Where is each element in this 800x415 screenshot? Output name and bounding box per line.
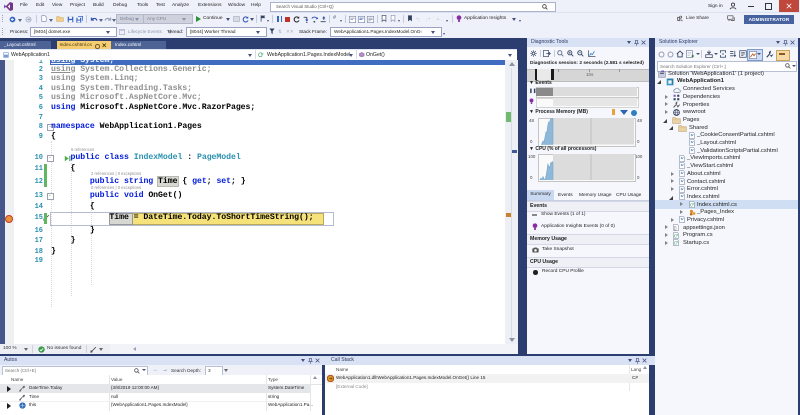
svg-text:#: # bbox=[261, 52, 264, 57]
